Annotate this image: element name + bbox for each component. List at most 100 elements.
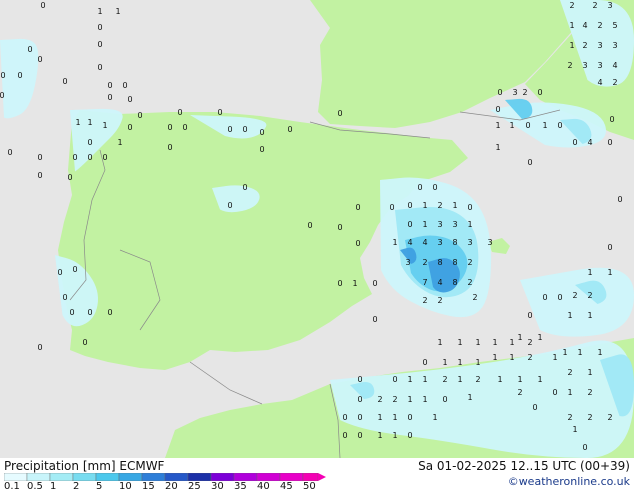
value-marker: 0: [417, 183, 422, 192]
value-marker: 0: [407, 201, 412, 210]
value-marker: 1: [457, 358, 462, 367]
value-marker: 0: [0, 71, 5, 80]
value-marker: 0: [407, 413, 412, 422]
value-marker: 2: [527, 353, 532, 362]
scale-tick-label: 40: [257, 481, 270, 492]
value-marker: 0: [372, 315, 377, 324]
value-marker: 1: [457, 338, 462, 347]
value-marker: 0: [372, 279, 377, 288]
value-marker: 1: [75, 118, 80, 127]
value-marker: 0: [27, 45, 32, 54]
value-marker: 0: [137, 111, 142, 120]
precipitation-map: 0110000000000000111000100000000000000000…: [0, 0, 634, 458]
value-marker: 0: [357, 395, 362, 404]
scale-tick-label: 15: [142, 481, 155, 492]
value-marker: 8: [437, 258, 442, 267]
value-marker: 2: [522, 88, 527, 97]
scale-tick-label: 20: [165, 481, 178, 492]
value-marker: 2: [472, 293, 477, 302]
value-marker: 0: [557, 121, 562, 130]
legend-footer: Precipitation [mm] ECMWF Sa 01-02-2025 1…: [0, 458, 634, 492]
value-marker: 1: [422, 220, 427, 229]
value-marker: 0: [607, 243, 612, 252]
value-marker: 1: [115, 7, 120, 16]
value-marker: 1: [567, 388, 572, 397]
value-marker: 3: [437, 220, 442, 229]
value-marker: 0: [37, 153, 42, 162]
value-marker: 1: [352, 279, 357, 288]
value-marker: 2: [567, 368, 572, 377]
scale-swatch: [233, 473, 258, 481]
value-marker: 1: [607, 268, 612, 277]
value-marker: 2: [567, 413, 572, 422]
value-marker: 1: [422, 395, 427, 404]
value-marker: 0: [357, 413, 362, 422]
value-marker: 0: [87, 153, 92, 162]
value-marker: 0: [107, 81, 112, 90]
value-marker: 4: [422, 238, 427, 247]
value-marker: 2: [567, 61, 572, 70]
value-marker: 0: [357, 375, 362, 384]
value-marker: 2: [587, 291, 592, 300]
value-marker: 0: [167, 143, 172, 152]
value-marker: 2: [475, 375, 480, 384]
value-marker: 3: [512, 88, 517, 97]
value-marker: 1: [572, 425, 577, 434]
value-marker: 0: [307, 221, 312, 230]
value-marker: 2: [569, 1, 574, 10]
value-marker: 0: [37, 171, 42, 180]
value-marker: 0: [127, 123, 132, 132]
value-marker: 0: [37, 343, 42, 352]
value-marker: 0: [495, 105, 500, 114]
value-marker: 4: [587, 138, 592, 147]
scale-tick-label: 50: [303, 481, 316, 492]
value-marker: 1: [452, 201, 457, 210]
scale-swatch: [26, 473, 51, 481]
value-marker: 3: [597, 41, 602, 50]
value-marker: 3: [487, 238, 492, 247]
value-marker: 3: [582, 61, 587, 70]
value-marker: 2: [467, 258, 472, 267]
scale-tick-label: 35: [234, 481, 247, 492]
value-marker: 0: [177, 108, 182, 117]
value-marker: 2: [442, 375, 447, 384]
value-marker: 3: [467, 238, 472, 247]
value-marker: 0: [337, 279, 342, 288]
scale-swatch: [72, 473, 97, 481]
scale-swatch: [49, 473, 74, 481]
scale-swatch: [210, 473, 235, 481]
scale-swatch: [164, 473, 189, 481]
value-marker: 1: [552, 353, 557, 362]
value-marker: 1: [597, 348, 602, 357]
value-marker: 1: [87, 118, 92, 127]
scale-tick-label: 25: [188, 481, 201, 492]
scale-swatch: [187, 473, 212, 481]
value-marker: 2: [607, 413, 612, 422]
scale-tick-label: 0.1: [4, 481, 20, 492]
value-marker: 4: [612, 61, 617, 70]
value-marker: 0: [337, 223, 342, 232]
scale-swatch: [256, 473, 281, 481]
value-marker: 1: [392, 431, 397, 440]
value-marker: 2: [517, 388, 522, 397]
scale-arrow: [318, 473, 326, 481]
scale-swatch: [4, 473, 28, 481]
value-marker: 0: [87, 138, 92, 147]
value-marker: 0: [357, 431, 362, 440]
value-marker: 0: [97, 63, 102, 72]
scale-tick-label: 0.5: [27, 481, 43, 492]
value-marker: 1: [102, 121, 107, 130]
value-marker: 1: [492, 338, 497, 347]
credit-link[interactable]: ©weatheronline.co.uk: [508, 476, 630, 488]
value-marker: 1: [392, 413, 397, 422]
value-marker: 1: [475, 338, 480, 347]
value-marker: 1: [97, 7, 102, 16]
value-marker: 0: [87, 308, 92, 317]
value-marker: 0: [287, 125, 292, 134]
value-marker: 2: [582, 41, 587, 50]
value-marker: 0: [525, 121, 530, 130]
value-marker: 0: [40, 1, 45, 10]
value-marker: 0: [422, 358, 427, 367]
value-marker: 1: [537, 375, 542, 384]
value-marker: 0: [609, 115, 614, 124]
